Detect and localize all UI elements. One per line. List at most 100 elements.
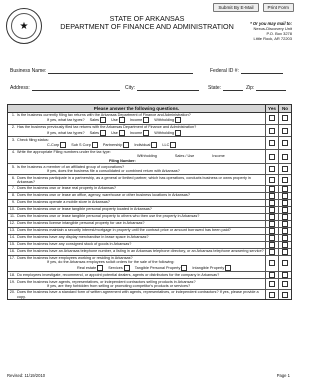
no-checkbox[interactable] bbox=[282, 220, 288, 227]
yes-checkbox[interactable] bbox=[269, 192, 275, 199]
yes-checkbox[interactable] bbox=[269, 139, 275, 146]
option-checkbox[interactable] bbox=[100, 129, 107, 136]
option-checkbox[interactable] bbox=[175, 117, 182, 124]
no-checkbox[interactable] bbox=[282, 127, 288, 134]
question-row: 1. Is the business currently filing tax r… bbox=[8, 112, 291, 125]
question-text-block: Has the business previously filed tax re… bbox=[16, 125, 265, 136]
no-checkbox[interactable] bbox=[282, 281, 288, 288]
yes-checkbox[interactable] bbox=[269, 206, 275, 213]
yes-checkbox[interactable] bbox=[269, 199, 275, 206]
option-checkbox[interactable] bbox=[181, 264, 188, 271]
yes-checkbox[interactable] bbox=[269, 115, 275, 122]
no-cell bbox=[278, 175, 291, 185]
yes-checkbox[interactable] bbox=[269, 281, 275, 288]
option-checkbox[interactable] bbox=[118, 129, 125, 136]
option-label: Withholding bbox=[154, 118, 175, 123]
question-number: 5. bbox=[11, 164, 15, 169]
yes-checkbox[interactable] bbox=[269, 227, 275, 234]
yes-cell bbox=[265, 199, 278, 206]
questions-table: Please answer the following questions. Y… bbox=[7, 104, 292, 301]
option-checkbox[interactable] bbox=[60, 142, 67, 149]
yes-checkbox[interactable] bbox=[269, 127, 275, 134]
option-checkbox[interactable] bbox=[143, 129, 150, 136]
question-text-block: Does the business license intangible per… bbox=[16, 221, 265, 227]
question-row: 5. Is the business a member of an affilia… bbox=[8, 164, 291, 176]
no-checkbox[interactable] bbox=[282, 153, 288, 160]
question-number: 10. bbox=[9, 207, 15, 212]
yes-cell bbox=[265, 289, 278, 300]
question-row: 19. Does the business have agents, repres… bbox=[8, 279, 291, 290]
yes-checkbox[interactable] bbox=[269, 234, 275, 241]
yes-checkbox[interactable] bbox=[269, 291, 275, 298]
no-checkbox[interactable] bbox=[282, 139, 288, 146]
no-checkbox[interactable] bbox=[282, 115, 288, 122]
yes-checkbox[interactable] bbox=[269, 213, 275, 220]
question-text: Do employees investigate, recommend, or … bbox=[17, 272, 220, 277]
yes-checkbox[interactable] bbox=[269, 185, 275, 192]
option-checkbox[interactable] bbox=[225, 264, 232, 271]
yes-checkbox[interactable] bbox=[269, 272, 275, 279]
filing-status-options: C-Corp Sub S Corp Partnership Individual LLC bbox=[17, 142, 264, 149]
no-checkbox[interactable] bbox=[282, 185, 288, 192]
yes-checkbox[interactable] bbox=[269, 260, 275, 267]
option-checkbox[interactable] bbox=[118, 117, 125, 124]
no-checkbox[interactable] bbox=[282, 227, 288, 234]
sale-type-option: Services bbox=[108, 264, 130, 271]
yes-checkbox[interactable] bbox=[269, 153, 275, 160]
question-text: Does the business have any display merch… bbox=[17, 235, 149, 240]
no-checkbox[interactable] bbox=[282, 166, 288, 173]
option-checkbox[interactable] bbox=[123, 142, 130, 149]
no-checkbox[interactable] bbox=[282, 234, 288, 241]
yes-checkbox[interactable] bbox=[269, 176, 275, 183]
no-checkbox[interactable] bbox=[282, 176, 288, 183]
question-text: Does the business own or lease tangible … bbox=[17, 207, 152, 212]
submit-by-email-button[interactable]: Submit By E-Mail bbox=[213, 3, 259, 12]
no-checkbox[interactable] bbox=[282, 199, 288, 206]
yes-cell bbox=[265, 137, 278, 149]
option-checkbox[interactable] bbox=[91, 142, 98, 149]
option-checkbox[interactable] bbox=[143, 117, 150, 124]
question-row: 7. Does the business own or lease real pr… bbox=[8, 185, 291, 193]
option-checkbox[interactable] bbox=[175, 129, 182, 136]
no-checkbox[interactable] bbox=[282, 206, 288, 213]
address-input[interactable] bbox=[31, 85, 120, 91]
yes-cell bbox=[265, 220, 278, 227]
no-checkbox[interactable] bbox=[282, 260, 288, 267]
city-input[interactable] bbox=[137, 85, 199, 91]
option-label: Partnership bbox=[102, 142, 123, 147]
yes-checkbox[interactable] bbox=[269, 220, 275, 227]
no-cell bbox=[278, 234, 291, 241]
business-name-input[interactable] bbox=[48, 68, 194, 74]
option-label: Sales bbox=[89, 118, 100, 123]
option-checkbox[interactable] bbox=[151, 142, 158, 149]
yes-checkbox[interactable] bbox=[269, 166, 275, 173]
no-cell bbox=[278, 199, 291, 206]
question-number: 6. bbox=[11, 175, 15, 180]
question-text: Does the business have a standard form o… bbox=[17, 290, 259, 299]
option-checkbox[interactable] bbox=[97, 264, 104, 271]
option-label: Income bbox=[129, 118, 143, 123]
option-checkbox[interactable] bbox=[100, 117, 107, 124]
option-checkbox[interactable] bbox=[170, 142, 177, 149]
revised-date: Revised: 11/19/2010 bbox=[7, 373, 46, 378]
question-row: 16. Does the business have an Arkansas te… bbox=[8, 248, 291, 256]
no-cell bbox=[278, 289, 291, 300]
option-checkbox[interactable] bbox=[123, 264, 130, 271]
no-checkbox[interactable] bbox=[282, 291, 288, 298]
print-form-button[interactable]: Print Form bbox=[262, 3, 294, 12]
zip-input[interactable] bbox=[256, 85, 287, 91]
no-cell bbox=[278, 192, 291, 199]
no-checkbox[interactable] bbox=[282, 192, 288, 199]
federal-id-label: Federal ID #: bbox=[210, 68, 239, 74]
no-checkbox[interactable] bbox=[282, 213, 288, 220]
option-label: Use bbox=[111, 118, 118, 123]
federal-id-input[interactable] bbox=[240, 68, 283, 74]
no-cell bbox=[278, 279, 291, 289]
no-checkbox[interactable] bbox=[282, 241, 288, 248]
yes-checkbox[interactable] bbox=[269, 241, 275, 248]
state-input[interactable] bbox=[223, 85, 244, 91]
question-number: 2. bbox=[11, 125, 15, 130]
no-checkbox[interactable] bbox=[282, 248, 288, 255]
no-checkbox[interactable] bbox=[282, 272, 288, 279]
yes-checkbox[interactable] bbox=[269, 248, 275, 255]
